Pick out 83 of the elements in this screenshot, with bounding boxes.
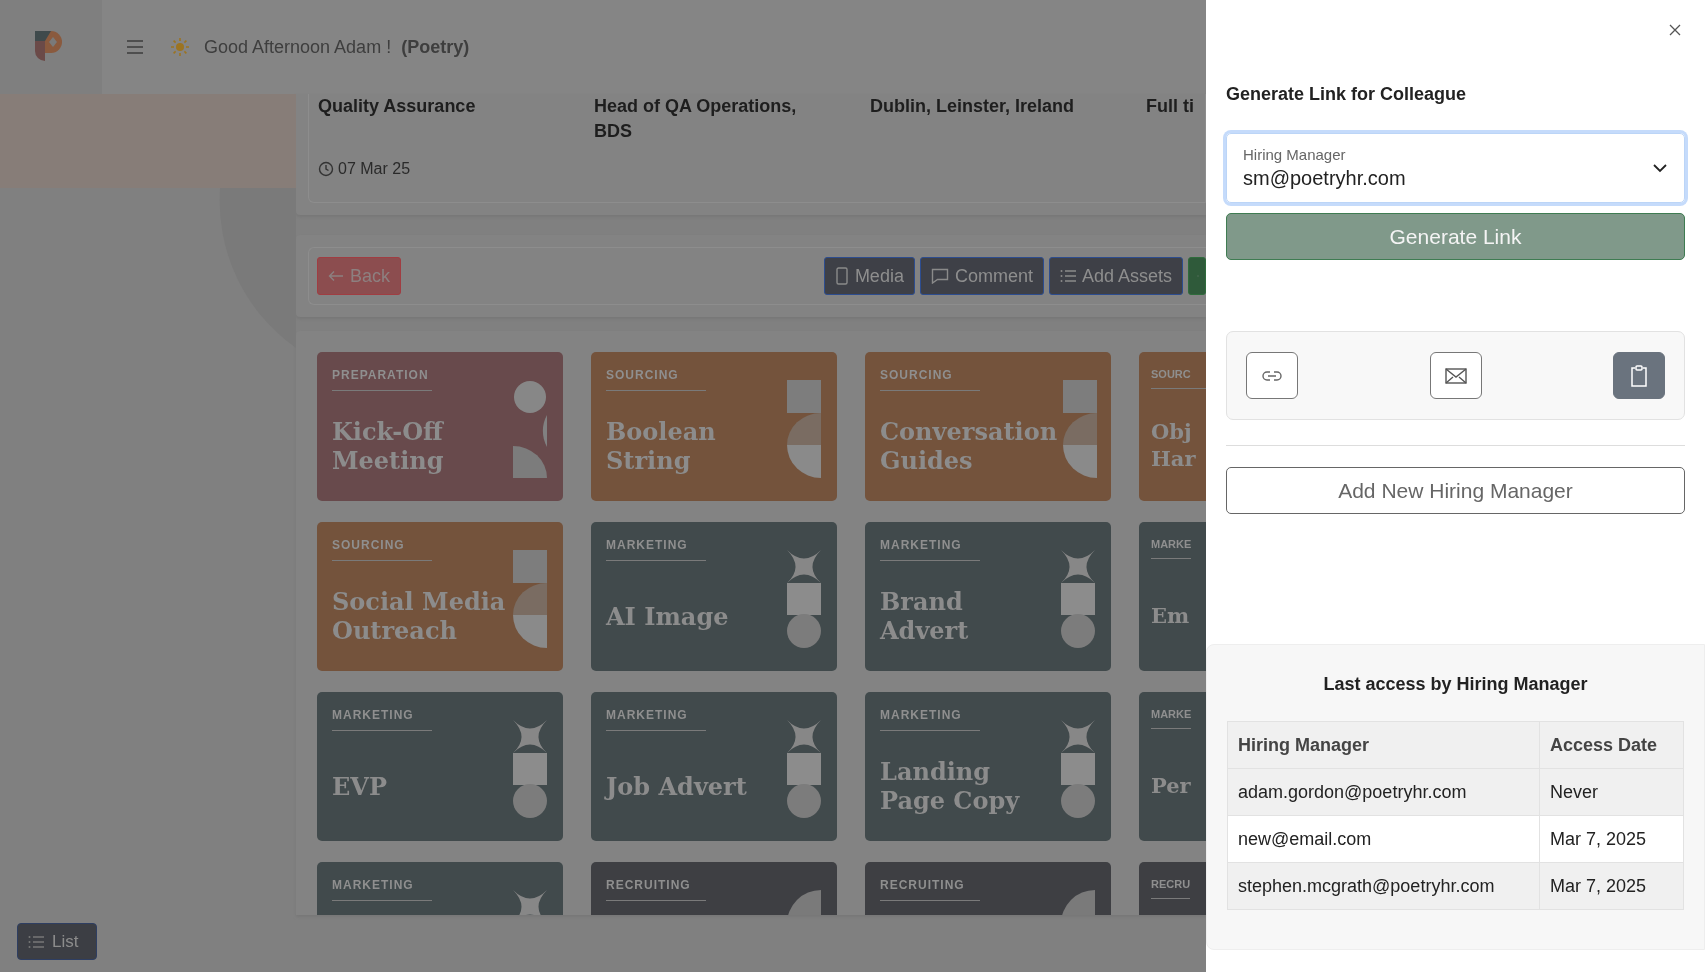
card-title: Job Advert xyxy=(606,771,748,801)
greeting-text: Good Afternoon Adam ! (Poetry) xyxy=(204,36,470,58)
category-label: RECRUITING xyxy=(606,878,706,901)
template-card[interactable]: MARKETING EVP xyxy=(317,692,563,841)
card-title: Social Media Outreach xyxy=(332,587,507,645)
table-cell: adam.gordon@poetryhr.com xyxy=(1227,768,1540,816)
template-card[interactable]: MARKE Em xyxy=(1139,522,1206,671)
card-title: Boolean String xyxy=(606,417,717,475)
add-assets-button[interactable]: Add Assets xyxy=(1048,257,1183,295)
sun-icon xyxy=(170,37,190,57)
job-field: Full ti xyxy=(1146,94,1206,144)
job-field: Head of QA Operations, BDS xyxy=(594,94,848,144)
template-card[interactable]: MARKETING xyxy=(317,862,563,915)
access-title: Last access by Hiring Manager xyxy=(1322,674,1589,695)
job-field: Dublin, Leinster, Ireland xyxy=(870,94,1146,144)
template-card[interactable]: MARKETING Job Advert xyxy=(591,692,837,841)
share-option-button[interactable] xyxy=(1613,352,1665,399)
category-label: SOURCING xyxy=(332,538,432,561)
clock-icon xyxy=(318,161,334,177)
envelope-icon xyxy=(1444,367,1467,384)
drawer-title: Generate Link for Colleague xyxy=(1226,84,1468,105)
table-cell: stephen.mcgrath@poetryhr.com xyxy=(1227,862,1540,910)
shapes-drawing xyxy=(787,890,821,915)
template-card[interactable]: MARKETING Landing Page Copy xyxy=(865,692,1111,841)
close-icon xyxy=(1669,24,1681,36)
share-option-button[interactable] xyxy=(1429,352,1482,399)
card-title: Conversation Guides xyxy=(880,417,1059,475)
card-title: Landing Page Copy xyxy=(880,757,1021,815)
job-field: Quality Assurance xyxy=(318,94,594,144)
template-card[interactable]: RECRUITING xyxy=(865,862,1111,915)
category-label: MARKE xyxy=(1151,538,1192,559)
list-icon xyxy=(1059,270,1076,282)
template-card[interactable]: SOURCING Social Media Outreach xyxy=(317,522,563,671)
table-cell: Mar 7, 2025 xyxy=(1539,815,1684,863)
menu-icon[interactable] xyxy=(126,40,144,54)
category-label: MARKETING xyxy=(332,878,432,901)
category-label: SOURCING xyxy=(606,368,706,391)
card-title: Brand Advert xyxy=(880,587,970,645)
card-title: Per xyxy=(1151,771,1192,799)
template-card[interactable]: PREPARATION Kick-Off Meeting xyxy=(317,352,563,501)
card-title: Em xyxy=(1151,601,1191,629)
phone-icon xyxy=(834,267,849,285)
template-card[interactable]: RECRU xyxy=(1139,862,1206,915)
comment-icon xyxy=(930,268,949,284)
category-label: MARKETING xyxy=(332,708,432,731)
arrow-left-icon xyxy=(328,270,344,282)
list-button[interactable]: List xyxy=(17,923,97,960)
category-label: SOURCING xyxy=(880,368,980,391)
category-label: MARKETING xyxy=(880,538,980,561)
comment-button[interactable]: Comment xyxy=(919,257,1044,295)
template-card[interactable]: RECRUITING xyxy=(591,862,837,915)
category-label: MARKETING xyxy=(606,708,706,731)
category-label: PREPARATION xyxy=(332,368,432,391)
share-option-button[interactable] xyxy=(1246,352,1298,399)
card-title: Kick-Off Meeting xyxy=(332,417,445,475)
category-label: MARKETING xyxy=(606,538,706,561)
category-label: RECRUITING xyxy=(880,878,980,901)
table-cell: Mar 7, 2025 xyxy=(1539,862,1684,910)
category-label: MARKE xyxy=(1151,708,1192,729)
template-card[interactable]: SOURCING Boolean String xyxy=(591,352,837,501)
chevron-down-icon xyxy=(1652,163,1668,173)
shapes-drawing xyxy=(1061,890,1095,915)
column-header: Access Date xyxy=(1539,721,1684,769)
list-icon xyxy=(28,935,44,948)
template-card[interactable]: MARKETING AI Image xyxy=(591,522,837,671)
clipboard-icon xyxy=(1630,364,1648,387)
date-text: 07 Mar 25 xyxy=(338,160,411,178)
category-label: MARKETING xyxy=(880,708,980,731)
card-title: EVP xyxy=(332,771,388,801)
add-hiring-manager-button[interactable]: Add New Hiring Manager xyxy=(1226,467,1685,514)
column-header: Hiring Manager xyxy=(1227,721,1540,769)
template-card[interactable]: SOURC Obj Har xyxy=(1139,352,1206,501)
template-card[interactable]: SOURCING Conversation Guides xyxy=(865,352,1111,501)
hiring-manager-select[interactable]: Hiring Manager sm@poetryhr.com xyxy=(1226,133,1685,203)
table-cell: Never xyxy=(1539,768,1684,816)
template-card[interactable]: MARKETING Brand Advert xyxy=(865,522,1111,671)
card-title: AI Image xyxy=(606,601,730,631)
media-button[interactable]: Media xyxy=(823,257,915,295)
category-label: RECRU xyxy=(1151,878,1191,899)
table-cell: new@email.com xyxy=(1227,815,1540,863)
card-title: Obj Har xyxy=(1151,418,1197,472)
generate-link-button[interactable]: Generate Link xyxy=(1226,213,1685,260)
template-card[interactable]: MARKE Per xyxy=(1139,692,1206,841)
